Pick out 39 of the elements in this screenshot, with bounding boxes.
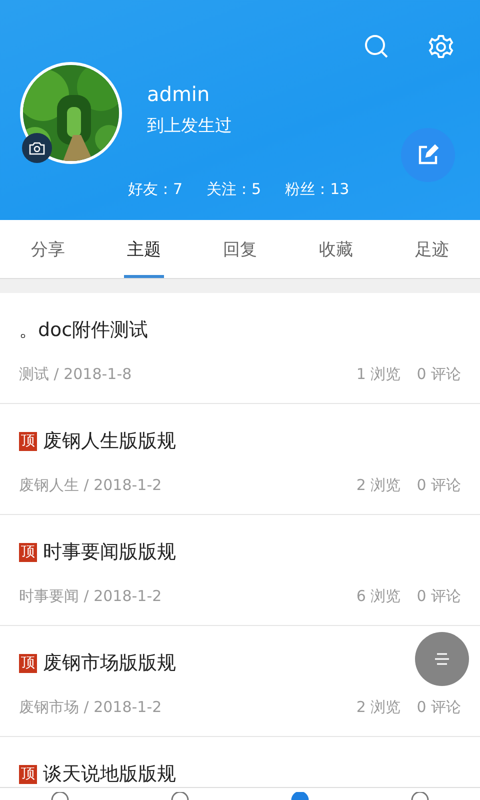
nav-icon[interactable] xyxy=(169,792,191,800)
tab[interactable]: 主题 xyxy=(96,220,192,278)
pinned-badge: 顶 xyxy=(19,654,37,672)
topic-meta: 测试 / 2018-1-8 xyxy=(19,365,133,384)
topic-title[interactable]: 废钢人生版版规 xyxy=(43,428,176,454)
tab[interactable]: 分享 xyxy=(0,220,96,278)
comment-count: 0 评论 xyxy=(416,365,461,384)
settings-icon[interactable] xyxy=(428,34,454,60)
tab[interactable]: 回复 xyxy=(192,220,288,278)
comment-count: 0 评论 xyxy=(416,476,461,495)
topic-title[interactable]: 谈天说地版版规 xyxy=(43,761,176,787)
comment-count: 0 评论 xyxy=(416,587,461,606)
topic-row[interactable]: 。doc附件测试 测试 / 2018-1-8 1 浏览 0 评论 xyxy=(0,293,480,404)
topic-title[interactable]: 。doc附件测试 xyxy=(19,317,148,343)
nav-icon[interactable] xyxy=(49,792,71,800)
pinned-badge: 顶 xyxy=(19,764,37,784)
edit-icon xyxy=(417,144,439,166)
tab[interactable]: 足迹 xyxy=(384,220,480,278)
username: admin xyxy=(147,82,211,106)
view-count: 1 浏览 xyxy=(356,365,401,384)
topic-meta: 时事要闻 / 2018-1-2 xyxy=(19,587,163,606)
search-icon[interactable] xyxy=(364,34,390,60)
topic-title[interactable]: 时事要闻版版规 xyxy=(43,539,176,565)
view-count: 2 浏览 xyxy=(356,476,401,495)
camera-icon[interactable] xyxy=(29,141,45,155)
nav-icon[interactable] xyxy=(409,792,431,800)
pinned-badge: 顶 xyxy=(19,432,37,450)
user-signature: 到上发生过 xyxy=(147,115,232,137)
topic-meta: 废钢人生 / 2018-1-2 xyxy=(19,476,163,495)
menu-button[interactable] xyxy=(415,632,469,686)
topic-meta: 废钢市场 / 2018-1-2 xyxy=(19,698,163,717)
pinned-badge: 顶 xyxy=(19,542,37,562)
comment-count: 0 评论 xyxy=(416,698,461,717)
menu-icon xyxy=(434,652,450,666)
nav-icon[interactable] xyxy=(289,792,311,800)
view-count: 6 浏览 xyxy=(356,587,401,606)
view-count: 2 浏览 xyxy=(356,698,401,717)
tab[interactable]: 收藏 xyxy=(288,220,384,278)
topic-title[interactable]: 废钢市场版版规 xyxy=(43,650,176,676)
